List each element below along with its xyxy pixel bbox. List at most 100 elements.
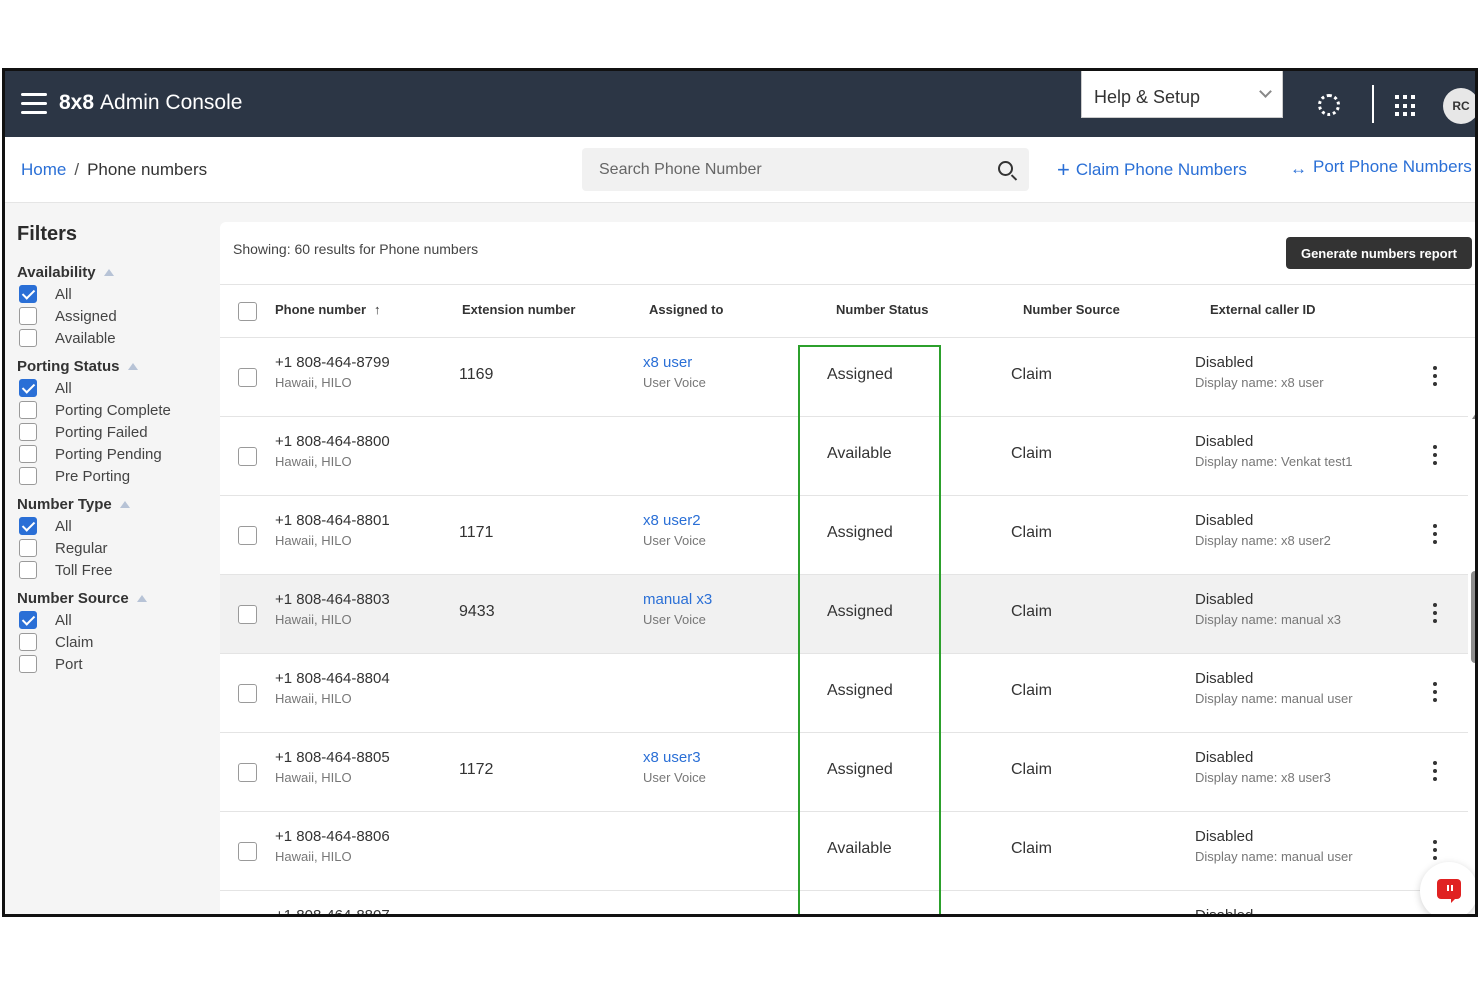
caller-id-cell: Disabled Display name: manual x3 <box>1195 591 1341 627</box>
filter-option[interactable]: Toll Free <box>17 559 217 581</box>
column-header-source[interactable]: Number Source <box>1023 302 1120 317</box>
more-options-icon[interactable] <box>1433 366 1437 388</box>
apps-grid-icon[interactable] <box>1395 95 1417 117</box>
phone-number[interactable]: +1 808-464-8804 <box>275 670 390 687</box>
loading-spinner-icon[interactable] <box>1318 94 1340 116</box>
phone-number[interactable]: +1 808-464-8799 <box>275 354 390 371</box>
number-status: Assigned <box>827 603 893 620</box>
scrollbar-thumb[interactable] <box>1471 571 1475 663</box>
filter-option[interactable]: Porting Pending <box>17 443 217 465</box>
phone-number[interactable]: +1 808-464-8806 <box>275 828 390 845</box>
search-icon[interactable] <box>998 161 1013 176</box>
phone-cell: +1 808-464-8806 Hawaii, HILO <box>275 828 390 864</box>
filter-group-title[interactable]: Porting Status <box>17 355 217 377</box>
assigned-user-link[interactable]: x8 user <box>643 354 706 371</box>
filter-option-label: Assigned <box>55 307 117 325</box>
row-checkbox[interactable] <box>238 842 257 861</box>
more-options-icon[interactable] <box>1433 682 1437 704</box>
phone-number[interactable]: +1 808-464-8801 <box>275 512 390 529</box>
filter-checkbox[interactable] <box>19 401 37 419</box>
filter-option[interactable]: All <box>17 515 217 537</box>
phone-number[interactable]: +1 808-464-8807 <box>275 907 390 914</box>
claim-phone-numbers-link[interactable]: + Claim Phone Numbers <box>1057 157 1247 183</box>
row-checkbox[interactable] <box>238 763 257 782</box>
phone-location: Hawaii, HILO <box>275 375 352 390</box>
filter-checkbox[interactable] <box>19 379 37 397</box>
filter-option[interactable]: Pre Porting <box>17 465 217 487</box>
phone-cell: +1 808-464-8799 Hawaii, HILO <box>275 354 390 390</box>
filter-checkbox[interactable] <box>19 633 37 651</box>
column-header-status[interactable]: Number Status <box>836 302 928 317</box>
more-options-icon[interactable] <box>1433 603 1437 625</box>
filter-option[interactable]: All <box>17 283 217 305</box>
collapse-caret-icon[interactable] <box>119 500 130 508</box>
filter-option[interactable]: Assigned <box>17 305 217 327</box>
column-header-extension[interactable]: Extension number <box>462 302 575 317</box>
filter-checkbox[interactable] <box>19 307 37 325</box>
filter-checkbox[interactable] <box>19 611 37 629</box>
more-options-icon[interactable] <box>1433 524 1437 546</box>
breadcrumb-home-link[interactable]: Home <box>21 160 66 179</box>
number-source: Claim <box>1011 366 1052 383</box>
row-checkbox[interactable] <box>238 368 257 387</box>
number-source: Claim <box>1011 761 1052 778</box>
filter-checkbox[interactable] <box>19 445 37 463</box>
extension-number: 1172 <box>459 761 494 778</box>
scroll-up-arrow-icon[interactable] <box>1472 413 1475 419</box>
row-checkbox[interactable] <box>238 605 257 624</box>
filter-checkbox[interactable] <box>19 517 37 535</box>
filter-checkbox[interactable] <box>19 655 37 673</box>
scrollbar[interactable] <box>1469 411 1475 914</box>
collapse-caret-icon[interactable] <box>103 268 114 276</box>
filter-option[interactable]: Regular <box>17 537 217 559</box>
filter-checkbox[interactable] <box>19 561 37 579</box>
phone-number[interactable]: +1 808-464-8805 <box>275 749 390 766</box>
chat-button[interactable] <box>1420 862 1475 914</box>
row-checkbox[interactable] <box>238 684 257 703</box>
filter-option[interactable]: Porting Failed <box>17 421 217 443</box>
user-avatar[interactable]: RC <box>1443 88 1475 124</box>
filter-checkbox[interactable] <box>19 539 37 557</box>
filter-group-title[interactable]: Availability <box>17 261 217 283</box>
breadcrumb: Home / Phone numbers <box>21 160 207 180</box>
filter-option[interactable]: All <box>17 377 217 399</box>
assigned-user-link[interactable]: manual x3 <box>643 591 712 608</box>
select-all-checkbox[interactable] <box>238 302 257 321</box>
assigned-user-link[interactable]: x8 user3 <box>643 749 706 766</box>
filter-option[interactable]: All <box>17 609 217 631</box>
filter-option[interactable]: Available <box>17 327 217 349</box>
column-header-phone[interactable]: Phone number ↑ <box>275 302 381 317</box>
row-checkbox[interactable] <box>238 526 257 545</box>
phone-number[interactable]: +1 808-464-8800 <box>275 433 390 450</box>
more-options-icon[interactable] <box>1433 761 1437 783</box>
column-header-assigned-to[interactable]: Assigned to <box>649 302 723 317</box>
filter-group-title[interactable]: Number Type <box>17 493 217 515</box>
generate-report-button[interactable]: Generate numbers report <box>1286 237 1472 269</box>
filter-checkbox[interactable] <box>19 285 37 303</box>
collapse-caret-icon[interactable] <box>136 594 147 602</box>
column-header-caller-id[interactable]: External caller ID <box>1210 302 1316 317</box>
number-source: Claim <box>1011 603 1052 620</box>
filter-checkbox[interactable] <box>19 423 37 441</box>
filter-checkbox[interactable] <box>19 329 37 347</box>
sort-ascending-icon[interactable]: ↑ <box>374 302 381 317</box>
number-source: Claim <box>1011 445 1052 462</box>
search-input[interactable] <box>582 148 972 191</box>
hamburger-menu-icon[interactable] <box>21 93 47 115</box>
filter-option[interactable]: Port <box>17 653 217 675</box>
filter-option[interactable]: Porting Complete <box>17 399 217 421</box>
more-options-icon[interactable] <box>1433 445 1437 467</box>
collapse-caret-icon[interactable] <box>127 362 138 370</box>
assigned-to-cell: x8 user2 User Voice <box>643 512 706 548</box>
phone-cell: +1 808-464-8807 <box>275 907 390 914</box>
filter-checkbox[interactable] <box>19 467 37 485</box>
phone-number[interactable]: +1 808-464-8803 <box>275 591 390 608</box>
port-phone-numbers-link[interactable]: ↔ Port Phone Numbers <box>1290 157 1472 179</box>
filter-group-title[interactable]: Number Source <box>17 587 217 609</box>
help-setup-dropdown[interactable]: Help & Setup <box>1081 71 1283 118</box>
assigned-user-link[interactable]: x8 user2 <box>643 512 706 529</box>
filter-group-label: Porting Status <box>17 357 120 375</box>
more-options-icon[interactable] <box>1433 840 1437 862</box>
filter-option[interactable]: Claim <box>17 631 217 653</box>
row-checkbox[interactable] <box>238 447 257 466</box>
